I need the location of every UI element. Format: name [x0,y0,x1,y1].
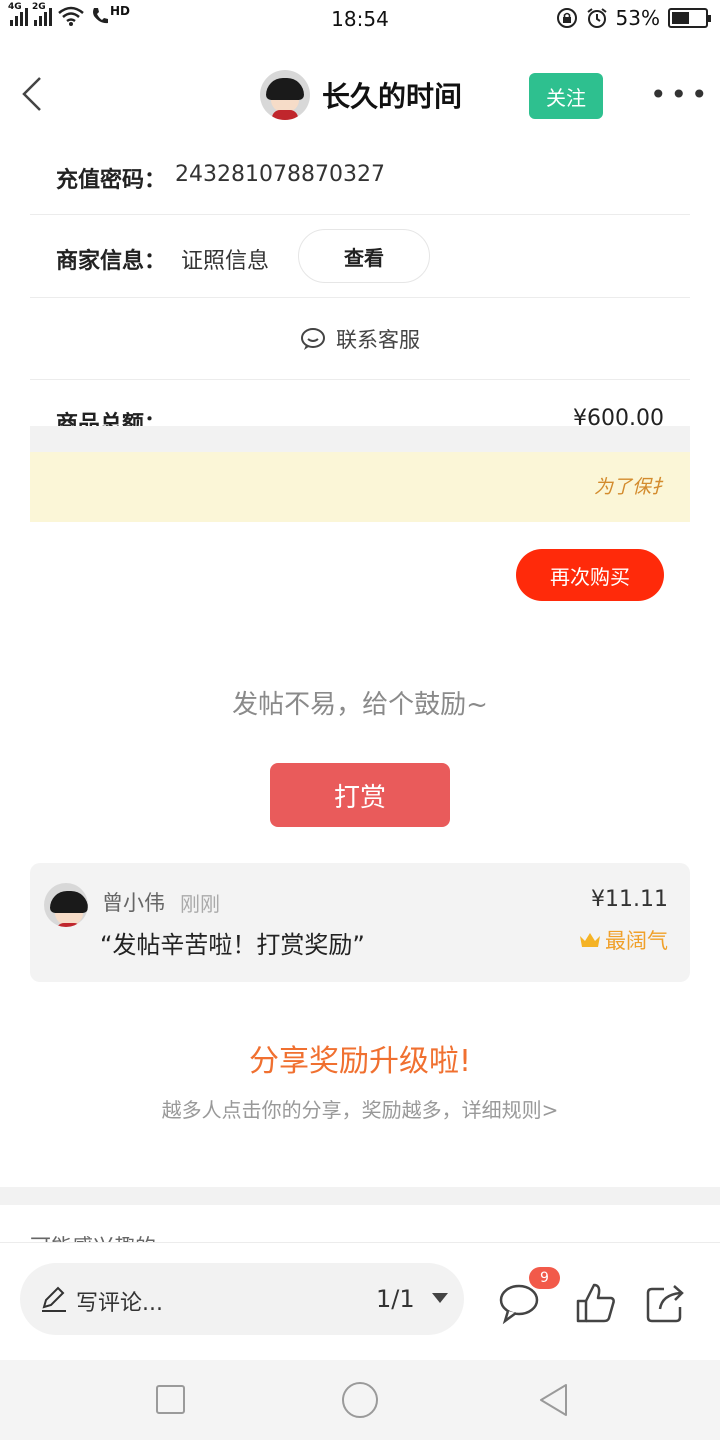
status-bar: 4G 2G HD 18:54 53% [0,0,720,40]
tip-amount: ¥11.11 [591,887,668,912]
section-divider [0,1187,720,1205]
home-icon[interactable] [342,1382,378,1418]
pencil-icon [42,1286,66,1312]
recharge-code-value: 243281078870327 [175,162,385,187]
comment-count-badge: 9 [529,1267,560,1289]
page-indicator[interactable]: 1/1 [376,1285,415,1313]
divider-strip [30,426,690,452]
tipper-avatar[interactable] [44,883,88,927]
total-amount-value: ¥600.00 [573,406,664,426]
merchant-info-row: 商家信息： 证照信息 查看 [30,215,690,298]
post-header: 长久的时间 关注 ••• [0,60,720,135]
nav-back-icon[interactable] [536,1382,572,1418]
rotation-lock-icon [556,8,577,28]
tip-button[interactable]: 打赏 [270,763,450,827]
system-nav-bar [0,1360,720,1440]
back-arrow-icon[interactable] [18,76,58,116]
share-icon[interactable] [644,1281,688,1325]
tip-record-card: 曾小伟 刚刚 “发帖辛苦啦！打赏奖励” ¥11.11 最阔气 [30,863,690,982]
share-rules-link[interactable]: 越多人点击你的分享，奖励越多，详细规则> [0,1094,720,1123]
status-right: 53% [556,6,711,30]
reward-prompt: 发帖不易，给个鼓励~ [232,690,488,720]
share-promo-title: 分享奖励升级啦! [248,1044,472,1079]
author-name[interactable]: 长久的时间 [322,75,462,115]
battery-icon [668,8,711,28]
contact-service-label: 联系客服 [336,327,420,352]
total-amount-label: 商品总额： [56,412,167,426]
alarm-icon [586,8,607,28]
chat-smile-icon [301,327,325,350]
buy-again-button[interactable]: 再次购买 [516,549,664,601]
notice-bar: 为了保扌 [30,452,690,522]
total-amount-row: 商品总额： ¥600.00 [30,380,690,426]
top-tipper-label: 最阔气 [605,929,668,953]
author-info[interactable]: 长久的时间 [260,70,462,120]
follow-button[interactable]: 关注 [529,73,603,119]
view-license-button[interactable]: 查看 [298,229,430,283]
recent-apps-icon[interactable] [156,1385,185,1414]
merchant-info-label: 商家信息： [56,249,167,274]
tip-message: “发帖辛苦啦！打赏奖励” [100,931,365,959]
recommend-section-header: 可能感兴趣的 [30,1205,430,1242]
crown-icon [580,933,600,947]
top-tipper-badge: 最阔气 [579,925,668,955]
notice-text: 为了保扌 [594,476,664,498]
author-avatar[interactable] [260,70,310,120]
comment-placeholder: 写评论... [76,1291,163,1316]
tip-time: 刚刚 [180,892,220,916]
battery-fill [672,12,689,24]
like-thumb-icon[interactable] [574,1281,618,1325]
merchant-info-value: 证照信息 [181,249,270,274]
contact-service-row[interactable]: 联系客服 [30,298,690,380]
recharge-code-label: 充值密码： [56,168,167,193]
comment-input[interactable]: 写评论... 1/1 [20,1263,464,1335]
page-dropdown-icon[interactable] [432,1293,448,1303]
recharge-code-row: 充值密码： 243281078870327 [30,135,690,215]
recommend-section-title: 可能感兴趣的 [30,1231,156,1242]
more-options-icon[interactable]: ••• [650,81,712,109]
battery-percent: 53% [615,6,660,30]
bottom-action-bar: 写评论... 1/1 9 [0,1242,720,1360]
tipper-name[interactable]: 曾小伟 [102,887,165,917]
